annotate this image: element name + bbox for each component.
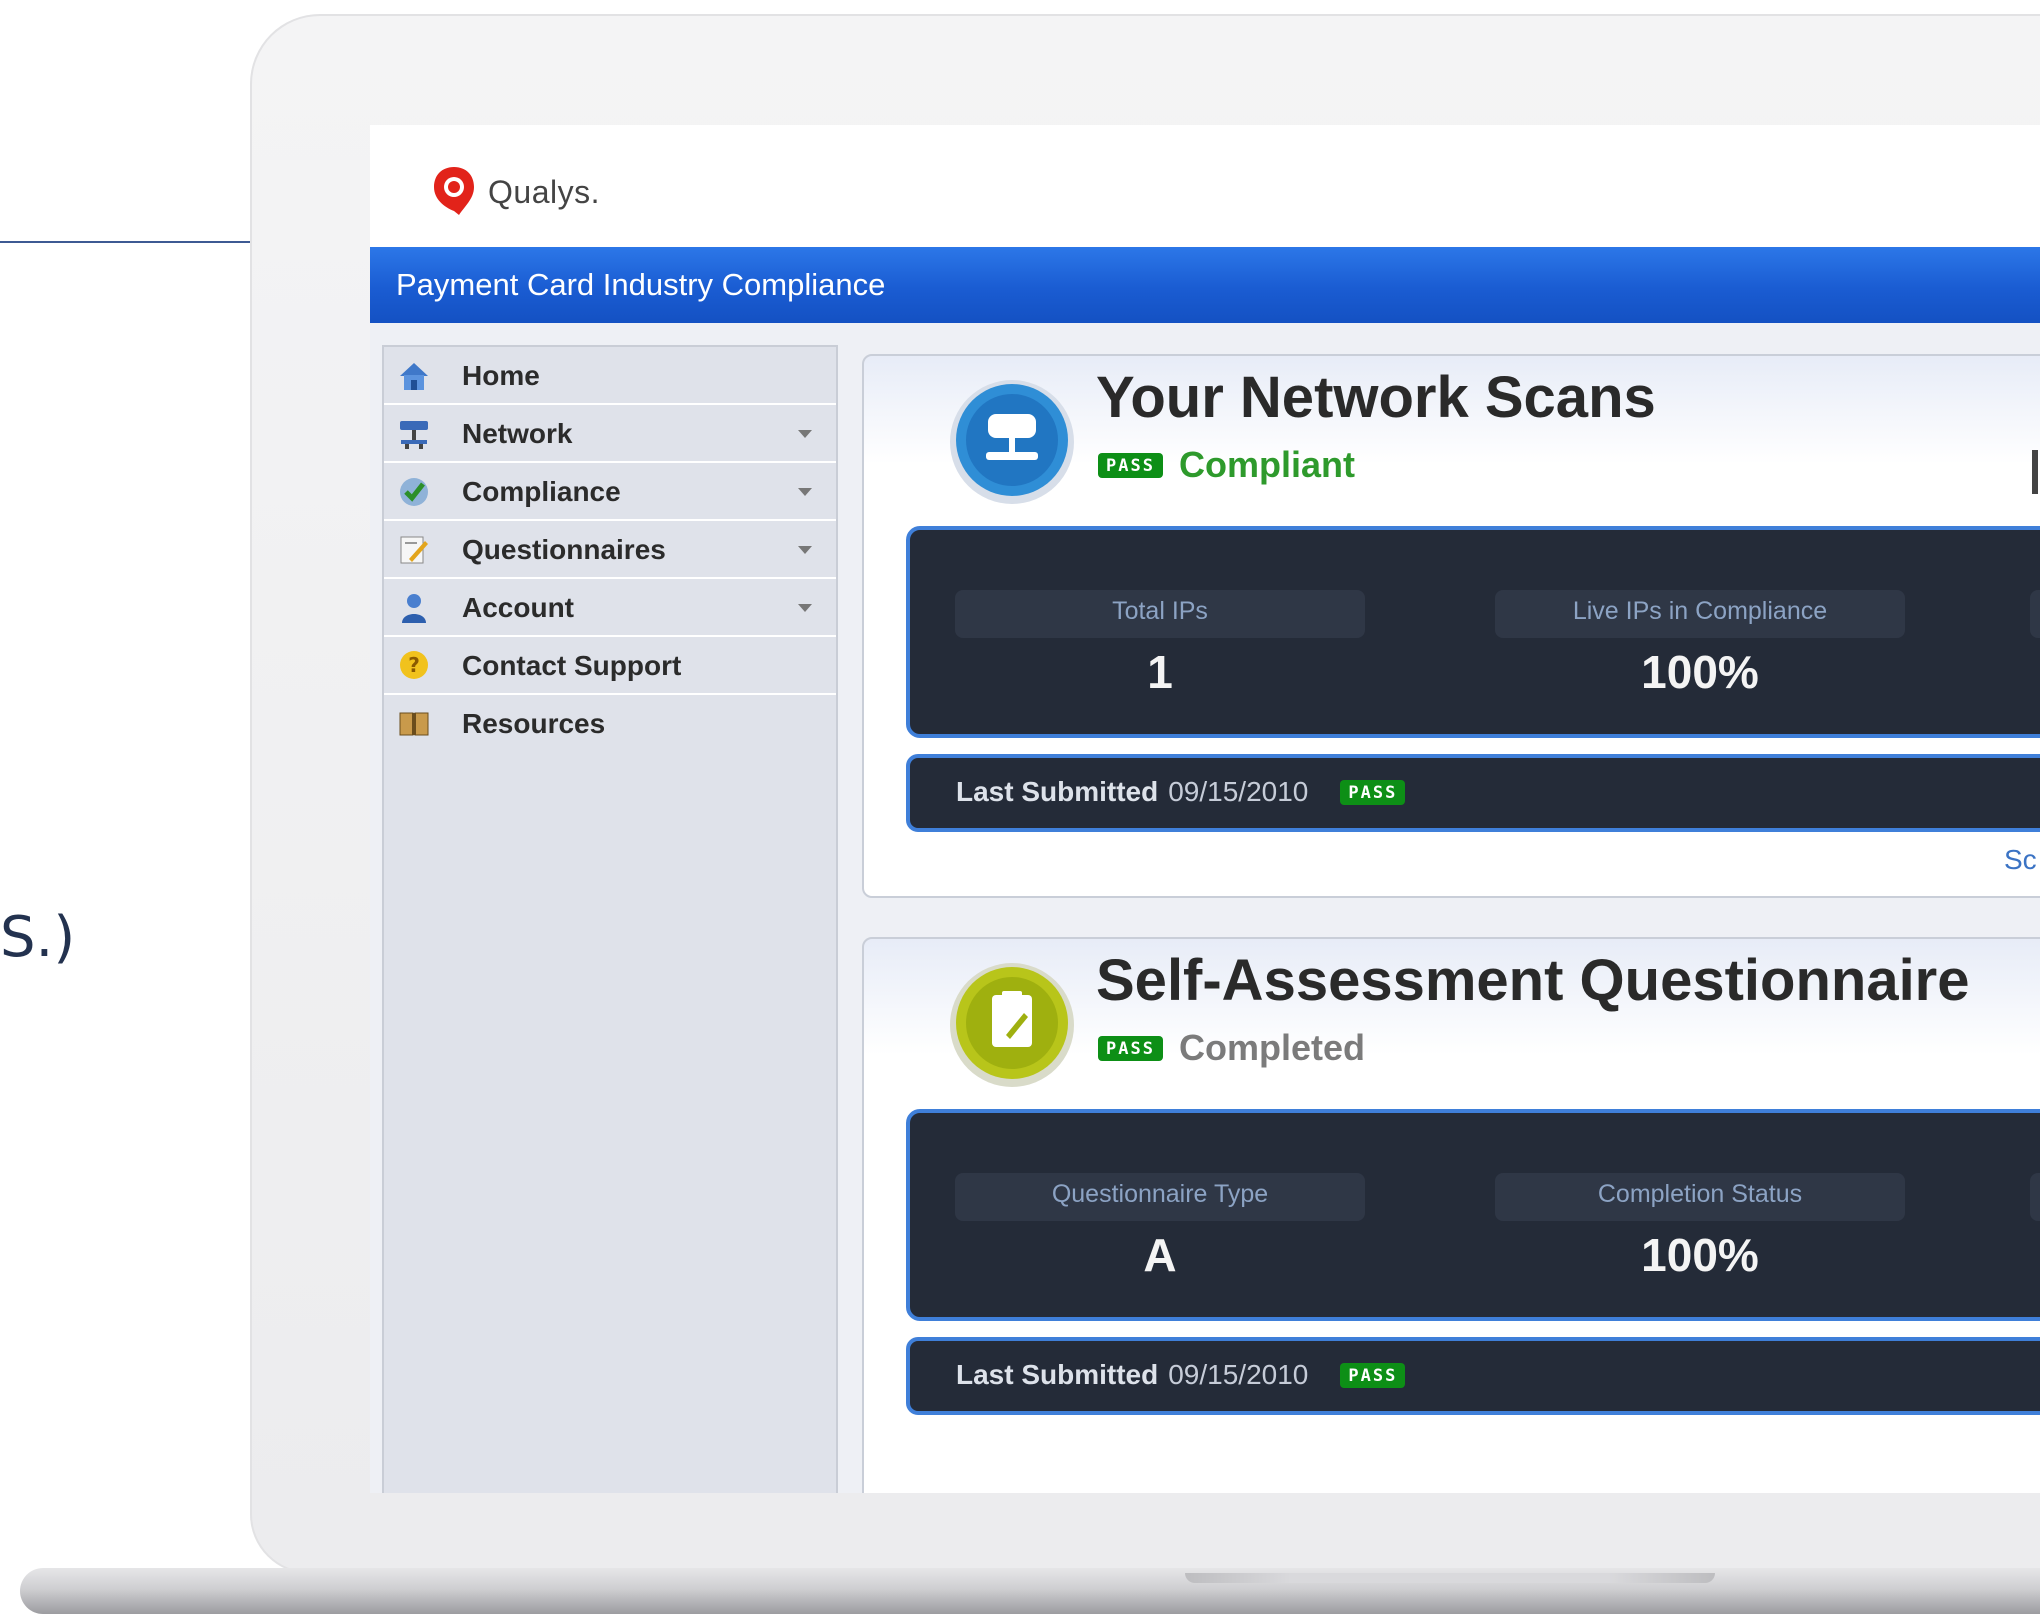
stat-label: Total IPs [1112, 597, 1208, 625]
stat-label: Live IPs in Compliance [1572, 597, 1828, 625]
qualys-logo-icon [434, 167, 474, 215]
app-title-bar: Payment Card Industry Compliance [370, 247, 2040, 323]
stats-panel: Questionnaire Type A Completion Status 1… [906, 1109, 2040, 1321]
stat-label-pill [2030, 590, 2040, 638]
pass-badge: PASS [1098, 452, 1163, 478]
pass-badge: PASS [1340, 779, 1406, 805]
stat-label: Questionnaire Type [1051, 1180, 1269, 1208]
laptop-base [20, 1568, 2040, 1614]
stat-label: Completion Status [1597, 1180, 1803, 1208]
sidebar-item-compliance[interactable]: Compliance [384, 463, 836, 521]
last-submitted-bar: Last Submitted 09/15/2010 PASS [906, 1337, 2040, 1415]
last-submitted-text: Last Submitted 09/15/2010 PASS [956, 1359, 1406, 1391]
sidebar-item-label: Home [462, 360, 540, 391]
pass-badge: PASS [1098, 1035, 1163, 1061]
sidebar-item-label: Account [462, 592, 574, 623]
card-title: Your Network Scans [1096, 365, 1656, 430]
sidebar-nav: Home Network Compliance Questionnaires A… [382, 345, 838, 1493]
sidebar-item-label: Compliance [462, 476, 621, 507]
stat-value: A [1143, 1229, 1177, 1281]
last-submitted-date: 09/15/2010 [1168, 1359, 1309, 1390]
background-divider-line [0, 241, 252, 243]
clipped-control [2032, 450, 2038, 494]
sidebar-item-label: Network [462, 418, 573, 449]
card-title: Self-Assessment Questionnaire [1096, 948, 1970, 1013]
last-submitted-bar: Last Submitted 09/15/2010 PASS [906, 754, 2040, 832]
brand-name: Qualys. [488, 173, 600, 210]
top-header: Qualys. [370, 125, 2040, 247]
last-submitted-label: Last Submitted [956, 776, 1159, 807]
pass-badge: PASS [1340, 1362, 1406, 1388]
scan-link[interactable]: Sc [2004, 844, 2037, 876]
home-icon [400, 363, 428, 390]
sidebar-item-home[interactable]: Home [384, 347, 836, 405]
last-submitted-text: Last Submitted 09/15/2010 PASS [956, 776, 1406, 808]
last-submitted-date: 09/15/2010 [1168, 776, 1309, 807]
compliance-check-icon [400, 478, 428, 506]
sidebar-item-label: Questionnaires [462, 534, 666, 565]
clipboard-icon [950, 963, 1074, 1087]
brand-logo[interactable]: Qualys. [432, 165, 600, 219]
sidebar-item-network[interactable]: Network [384, 405, 836, 463]
app-window: Qualys. Payment Card Industry Compliance… [370, 125, 2040, 1493]
book-icon [399, 712, 429, 736]
background-text-fragment: S.) [0, 905, 76, 970]
chevron-down-icon[interactable] [798, 604, 812, 612]
sidebar-item-resources[interactable]: Resources [384, 695, 836, 753]
stat-value: 100% [1641, 1229, 1759, 1281]
support-question-icon: ? [400, 651, 428, 679]
app-title: Payment Card Industry Compliance [396, 267, 886, 302]
stats-panel: Total IPs 1 Live IPs in Compliance 100% [906, 526, 2040, 738]
network-scans-card: Your Network Scans PASS Compliant Total … [862, 354, 2040, 898]
laptop-base-notch [1185, 1573, 1715, 1583]
chevron-down-icon[interactable] [798, 546, 812, 554]
stat-label-pill [2030, 1173, 2040, 1221]
questionnaire-card: Self-Assessment Questionnaire PASS Compl… [862, 937, 2040, 1493]
chevron-down-icon[interactable] [798, 430, 812, 438]
last-submitted-label: Last Submitted [956, 1359, 1159, 1390]
network-scan-icon [950, 380, 1074, 504]
questionnaire-edit-icon [400, 536, 428, 564]
sidebar-item-label: Contact Support [462, 650, 682, 681]
sidebar-item-contact-support[interactable]: ? Contact Support [384, 637, 836, 695]
status-text: Compliant [1178, 444, 1355, 485]
svg-text:?: ? [408, 653, 420, 677]
sidebar-item-questionnaires[interactable]: Questionnaires [384, 521, 836, 579]
status-text: Completed [1178, 1027, 1365, 1068]
chevron-down-icon[interactable] [798, 488, 812, 496]
sidebar-item-account[interactable]: Account [384, 579, 836, 637]
sidebar-item-label: Resources [462, 708, 606, 739]
stat-value: 100% [1641, 646, 1759, 698]
network-icon [400, 421, 428, 449]
user-icon [402, 594, 426, 623]
stat-value: 1 [1147, 646, 1173, 698]
status-row: PASS Compliant [1098, 444, 1355, 486]
status-row: PASS Completed [1098, 1027, 1365, 1069]
